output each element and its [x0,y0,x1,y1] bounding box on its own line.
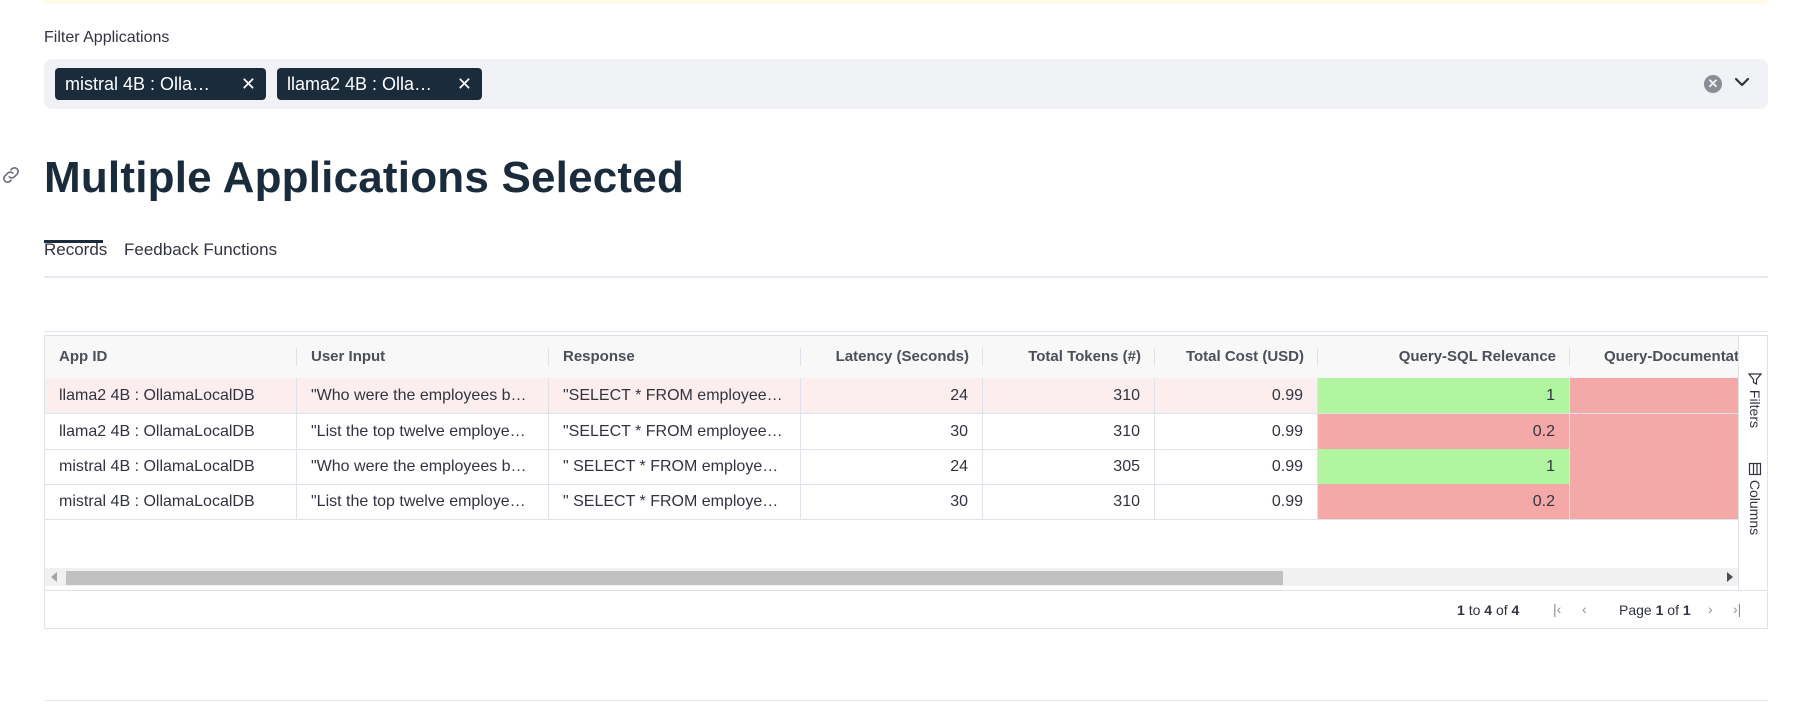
link-icon[interactable] [0,164,22,186]
chevron-down-icon[interactable] [1732,72,1752,92]
cell-query-sql-relevance: 1 [1318,378,1570,413]
page-title: Multiple Applications Selected [44,153,685,202]
header-total-cost[interactable]: Total Cost (USD) [1155,336,1318,378]
chip-mistral[interactable]: mistral 4B : Olla… ✕ [55,68,266,100]
grid-header: App ID User Input Response Latency (Seco… [45,336,1739,379]
header-user-input[interactable]: User Input [297,336,549,378]
next-page-icon[interactable]: › [1708,601,1713,617]
cell-latency: 30 [801,484,983,519]
cell-query-sql-relevance: 1 [1318,449,1570,484]
columns-icon [1748,462,1762,476]
filter-icon [1747,373,1763,385]
divider [44,700,1768,701]
remove-chip-icon[interactable]: ✕ [457,68,472,100]
table-row[interactable]: mistral 4B : OllamaLocalDB "Who were the… [45,449,1739,485]
cell-latency: 24 [801,378,983,413]
cell-query-documentation [1570,484,1739,519]
chip-label: llama2 4B : Olla… [287,74,433,94]
cell-user-input: "Who were the employees b… [297,449,549,484]
remove-chip-icon[interactable]: ✕ [241,68,256,100]
cell-response: " SELECT * FROM employees… [549,484,801,519]
table-row[interactable]: llama2 4B : OllamaLocalDB "Who were the … [45,378,1739,414]
records-grid: App ID User Input Response Latency (Seco… [44,335,1768,629]
chip-label: mistral 4B : Olla… [65,74,211,94]
header-query-sql-relevance[interactable]: Query-SQL Relevance [1318,336,1570,378]
scroll-left-icon[interactable] [51,572,57,582]
cell-app-id: mistral 4B : OllamaLocalDB [45,449,297,484]
cell-total-cost: 0.99 [1155,449,1318,484]
prev-page-icon[interactable]: ‹ [1582,601,1587,617]
cell-total-tokens: 310 [983,378,1155,413]
cell-user-input: "List the top twelve employe… [297,484,549,519]
cell-response: " SELECT * FROM employees… [549,449,801,484]
filters-panel-button[interactable]: Filters [1743,372,1763,428]
active-tab-indicator [44,240,103,243]
tab-bar: Records Feedback Functions [44,236,1768,278]
page-indicator: Page 1 of 1 [1619,602,1691,618]
row-summary: 1 to 4 of 4 [1457,602,1520,618]
pagination-bar: 1 to 4 of 4 |‹ ‹ Page 1 of 1 › ›| [45,590,1767,628]
tab-feedback-functions[interactable]: Feedback Functions [124,240,277,260]
header-response[interactable]: Response [549,336,801,378]
cell-latency: 24 [801,449,983,484]
table-row[interactable]: llama2 4B : OllamaLocalDB "List the top … [45,414,1739,450]
clear-all-icon[interactable]: ✕ [1704,75,1722,93]
cell-latency: 30 [801,414,983,449]
columns-panel-button[interactable]: Columns [1743,462,1763,535]
cell-response: "SELECT * FROM employees … [549,378,801,413]
filters-label: Filters [1747,389,1763,429]
cell-total-tokens: 310 [983,484,1155,519]
cell-query-documentation [1570,378,1739,413]
cell-total-cost: 0.99 [1155,414,1318,449]
cell-query-sql-relevance: 0.2 [1318,414,1570,449]
cell-user-input: "List the top twelve employe… [297,414,549,449]
tab-records[interactable]: Records [44,240,107,260]
header-query-documentation[interactable]: Query-Documentatio [1570,336,1739,378]
cell-query-sql-relevance: 0.2 [1318,484,1570,519]
cell-total-cost: 0.99 [1155,484,1318,519]
scroll-right-icon[interactable] [1727,572,1733,582]
chip-llama2[interactable]: llama2 4B : Olla… ✕ [277,68,482,100]
table-row[interactable]: mistral 4B : OllamaLocalDB "List the top… [45,484,1739,520]
grid-side-panel: Filters Columns [1738,336,1767,590]
cell-query-documentation [1570,449,1739,484]
first-page-icon[interactable]: |‹ [1553,601,1561,617]
app-multiselect[interactable]: mistral 4B : Olla… ✕ llama2 4B : Olla… ✕… [44,59,1768,109]
cell-response: "SELECT * FROM employees … [549,414,801,449]
columns-label: Columns [1747,479,1763,536]
cell-app-id: mistral 4B : OllamaLocalDB [45,484,297,519]
scrollbar-thumb[interactable] [66,571,1283,585]
last-page-icon[interactable]: ›| [1733,601,1741,617]
cell-app-id: llama2 4B : OllamaLocalDB [45,414,297,449]
header-app-id[interactable]: App ID [45,336,297,378]
divider [44,331,1768,332]
cell-query-documentation [1570,414,1739,449]
cell-total-cost: 0.99 [1155,378,1318,413]
header-total-tokens[interactable]: Total Tokens (#) [983,336,1155,378]
filter-label: Filter Applications [44,29,170,46]
cell-total-tokens: 305 [983,449,1155,484]
cell-user-input: "Who were the employees b… [297,378,549,413]
cell-total-tokens: 310 [983,414,1155,449]
top-warning-strip [44,0,1768,4]
header-latency[interactable]: Latency (Seconds) [801,336,983,378]
horizontal-scrollbar[interactable] [45,568,1739,586]
cell-app-id: llama2 4B : OllamaLocalDB [45,378,297,413]
